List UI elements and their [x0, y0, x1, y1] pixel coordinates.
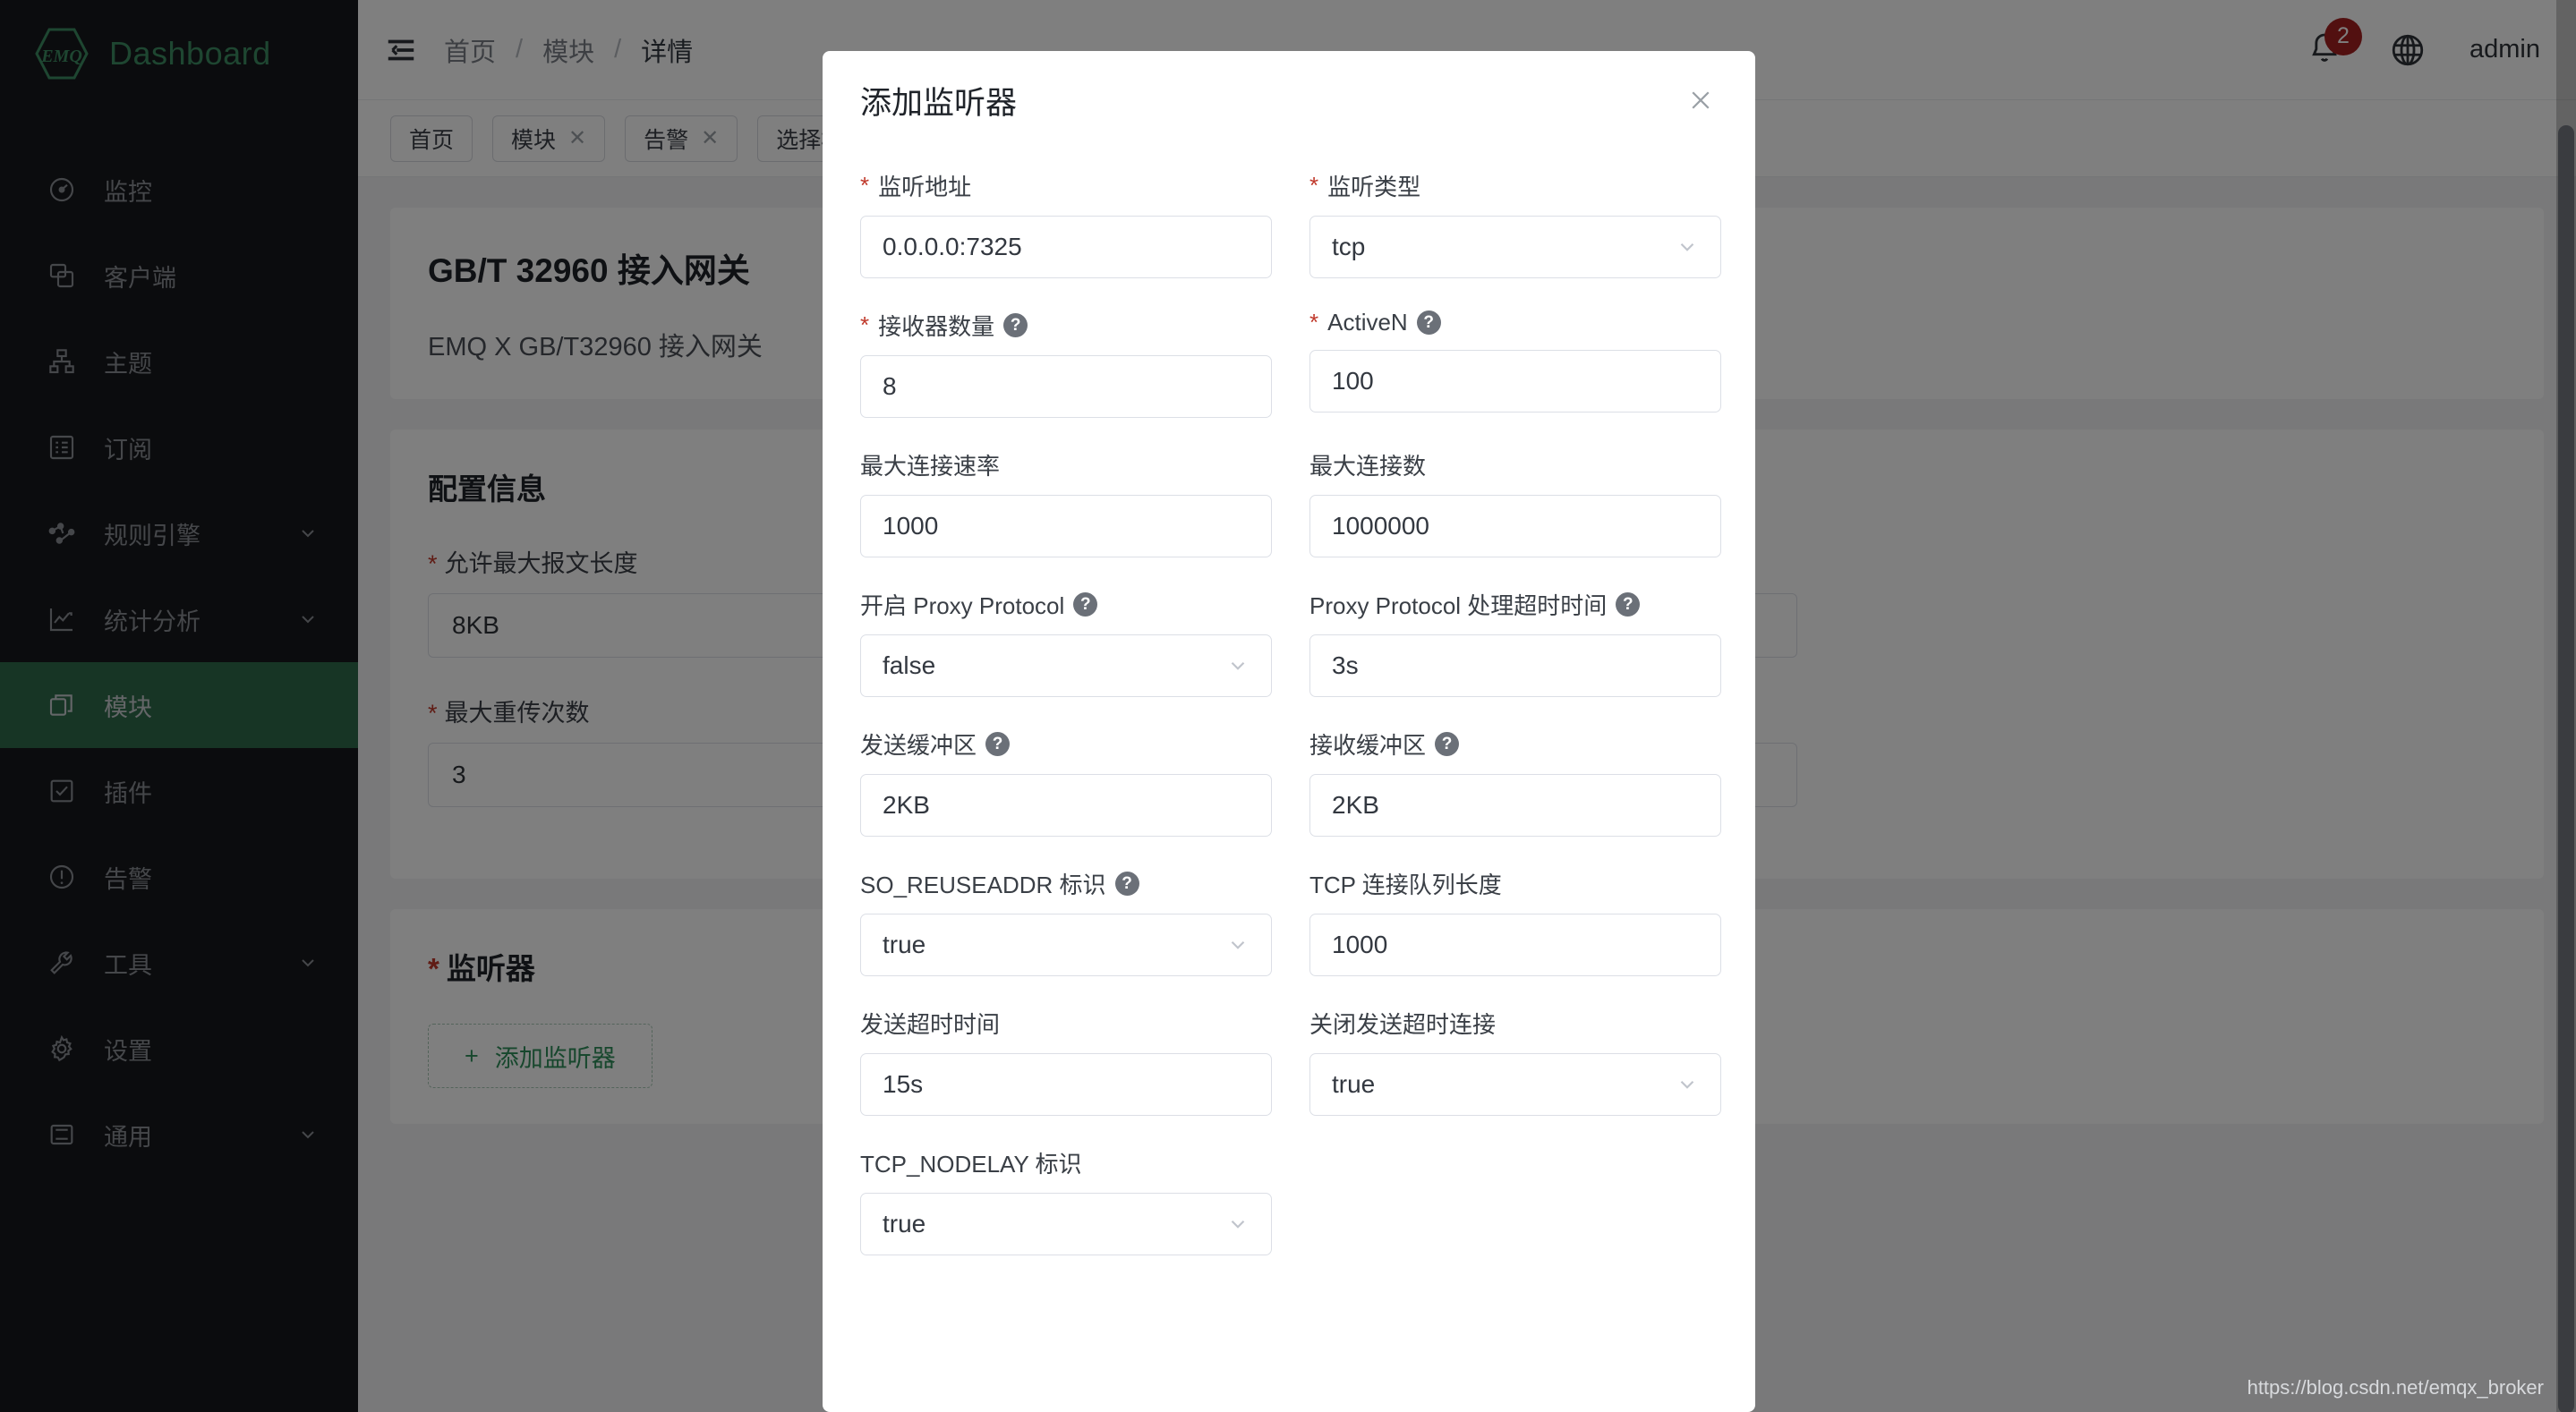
add-listener-dialog: 添加监听器 * 监听地址 0.0.0.0:7325 * 监听类型 tcp * 接…: [823, 51, 1755, 1412]
chevron-down-icon: [1226, 654, 1250, 677]
help-icon[interactable]: ?: [1616, 592, 1641, 617]
form-row: 发送缓冲区 ? 2KB 接收缓冲区 ? 2KB: [860, 727, 1721, 837]
required-asterisk: *: [860, 172, 870, 199]
select-value: true: [883, 1210, 926, 1238]
help-icon[interactable]: ?: [1073, 592, 1098, 617]
field-so-reuseaddr: SO_REUSEADDR 标识 ? true: [860, 867, 1272, 976]
acceptors-input[interactable]: 8: [860, 355, 1272, 418]
watermark-text: https://blog.csdn.net/emqx_broker: [2247, 1376, 2544, 1399]
so-reuseaddr-select[interactable]: true: [860, 914, 1272, 976]
field-label: 发送超时时间: [860, 1007, 1272, 1040]
dialog-title: 添加监听器: [860, 85, 1018, 121]
field-label-text: 最大连接数: [1309, 453, 1427, 480]
field-activen: * ActiveN ? 100: [1309, 309, 1721, 418]
field-label-text: 开启 Proxy Protocol: [860, 592, 1065, 619]
help-icon[interactable]: ?: [1003, 313, 1028, 337]
max-connections-input[interactable]: 1000000: [1309, 495, 1721, 557]
help-icon[interactable]: ?: [1435, 732, 1460, 756]
field-label-text: 接收器数量: [878, 313, 995, 340]
dialog-body: * 监听地址 0.0.0.0:7325 * 监听类型 tcp * 接收器数量 ?…: [823, 149, 1755, 1255]
field-label-text: 接收缓冲区: [1309, 732, 1427, 759]
scrollbar-thumb[interactable]: [2558, 125, 2574, 1412]
field-listen-address: * 监听地址 0.0.0.0:7325: [860, 169, 1272, 278]
required-asterisk: *: [1309, 172, 1319, 199]
chevron-down-icon: [1676, 1073, 1699, 1096]
listen-address-input[interactable]: 0.0.0.0:7325: [860, 216, 1272, 278]
field-recv-buffer: 接收缓冲区 ? 2KB: [1309, 727, 1721, 837]
proxy-protocol-timeout-input[interactable]: 3s: [1309, 634, 1721, 697]
dialog-header: 添加监听器: [823, 51, 1755, 149]
required-asterisk: *: [860, 311, 870, 338]
field-label: 最大连接数: [1309, 448, 1721, 481]
field-label-text: SO_REUSEADDR 标识: [860, 872, 1106, 898]
field-tcp-backlog: TCP 连接队列长度 1000: [1309, 867, 1721, 976]
listen-type-select[interactable]: tcp: [1309, 216, 1721, 278]
field-label: SO_REUSEADDR 标识 ?: [860, 867, 1272, 900]
select-value: true: [883, 931, 926, 958]
form-row: TCP_NODELAY 标识 true: [860, 1146, 1718, 1255]
form-row: * 接收器数量 ? 8 * ActiveN ? 100: [860, 309, 1721, 418]
form-row: 最大连接速率 1000 最大连接数 1000000: [860, 448, 1721, 557]
field-label: TCP 连接队列长度: [1309, 867, 1721, 900]
field-close-on-send-timeout: 关闭发送超时连接 true: [1309, 1007, 1721, 1116]
field-proxy-protocol: 开启 Proxy Protocol ? false: [860, 588, 1272, 697]
field-label: * ActiveN ?: [1309, 309, 1721, 336]
close-on-send-timeout-select[interactable]: true: [1309, 1053, 1721, 1116]
field-label-text: TCP_NODELAY 标识: [860, 1151, 1082, 1178]
field-label-text: 发送超时时间: [860, 1011, 1001, 1038]
form-row: 发送超时时间 15s 关闭发送超时连接 true: [860, 1007, 1721, 1116]
tcp-backlog-input[interactable]: 1000: [1309, 914, 1721, 976]
field-label: 最大连接速率: [860, 448, 1272, 481]
field-proxy-protocol-timeout: Proxy Protocol 处理超时时间 ? 3s: [1309, 588, 1721, 697]
field-label: TCP_NODELAY 标识: [860, 1146, 1272, 1179]
field-max-connections: 最大连接数 1000000: [1309, 448, 1721, 557]
help-icon[interactable]: ?: [985, 732, 1011, 756]
select-value: true: [1332, 1070, 1376, 1098]
form-row: 开启 Proxy Protocol ? false Proxy Protocol…: [860, 588, 1721, 697]
required-asterisk: *: [1309, 309, 1319, 336]
chevron-down-icon: [1676, 235, 1699, 259]
field-label: 开启 Proxy Protocol ?: [860, 588, 1272, 621]
proxy-protocol-select[interactable]: false: [860, 634, 1272, 697]
help-icon[interactable]: ?: [1114, 872, 1139, 896]
send-buffer-input[interactable]: 2KB: [860, 774, 1272, 837]
field-label-text: 监听类型: [1327, 174, 1421, 200]
field-acceptors: * 接收器数量 ? 8: [860, 309, 1272, 418]
activen-input[interactable]: 100: [1309, 350, 1721, 413]
chevron-down-icon: [1226, 1212, 1250, 1236]
field-listen-type: * 监听类型 tcp: [1309, 169, 1721, 278]
field-send-timeout: 发送超时时间 15s: [860, 1007, 1272, 1116]
field-tcp-nodelay: TCP_NODELAY 标识 true: [860, 1146, 1272, 1255]
field-label-text: 最大连接速率: [860, 453, 1001, 480]
recv-buffer-input[interactable]: 2KB: [1309, 774, 1721, 837]
field-label: 关闭发送超时连接: [1309, 1007, 1721, 1040]
form-row: SO_REUSEADDR 标识 ? true TCP 连接队列长度 1000: [860, 867, 1721, 976]
field-label: 发送缓冲区 ?: [860, 727, 1272, 761]
form-row: * 监听地址 0.0.0.0:7325 * 监听类型 tcp: [860, 169, 1721, 278]
field-label: * 监听类型: [1309, 169, 1721, 202]
field-label: 接收缓冲区 ?: [1309, 727, 1721, 761]
field-label-text: 关闭发送超时连接: [1309, 1011, 1497, 1038]
field-max-conn-rate: 最大连接速率 1000: [860, 448, 1272, 557]
field-label-text: TCP 连接队列长度: [1309, 872, 1502, 898]
field-label-text: 发送缓冲区: [860, 732, 977, 759]
tcp-nodelay-select[interactable]: true: [860, 1193, 1272, 1255]
field-label-text: ActiveN: [1327, 309, 1408, 336]
select-value: tcp: [1332, 233, 1366, 260]
field-label: * 接收器数量 ?: [860, 309, 1272, 342]
close-icon[interactable]: [1680, 80, 1721, 121]
field-label-text: Proxy Protocol 处理超时时间: [1309, 592, 1608, 619]
field-label: Proxy Protocol 处理超时时间 ?: [1309, 588, 1721, 621]
field-label: * 监听地址: [860, 169, 1272, 202]
help-icon[interactable]: ?: [1416, 310, 1441, 335]
app-root: EMQ Dashboard 监控 客户端: [0, 0, 2576, 1412]
page-scrollbar[interactable]: [2556, 0, 2576, 1412]
max-conn-rate-input[interactable]: 1000: [860, 495, 1272, 557]
send-timeout-input[interactable]: 15s: [860, 1053, 1272, 1116]
select-value: false: [883, 651, 936, 679]
field-send-buffer: 发送缓冲区 ? 2KB: [860, 727, 1272, 837]
field-label-text: 监听地址: [878, 174, 972, 200]
chevron-down-icon: [1226, 933, 1250, 957]
